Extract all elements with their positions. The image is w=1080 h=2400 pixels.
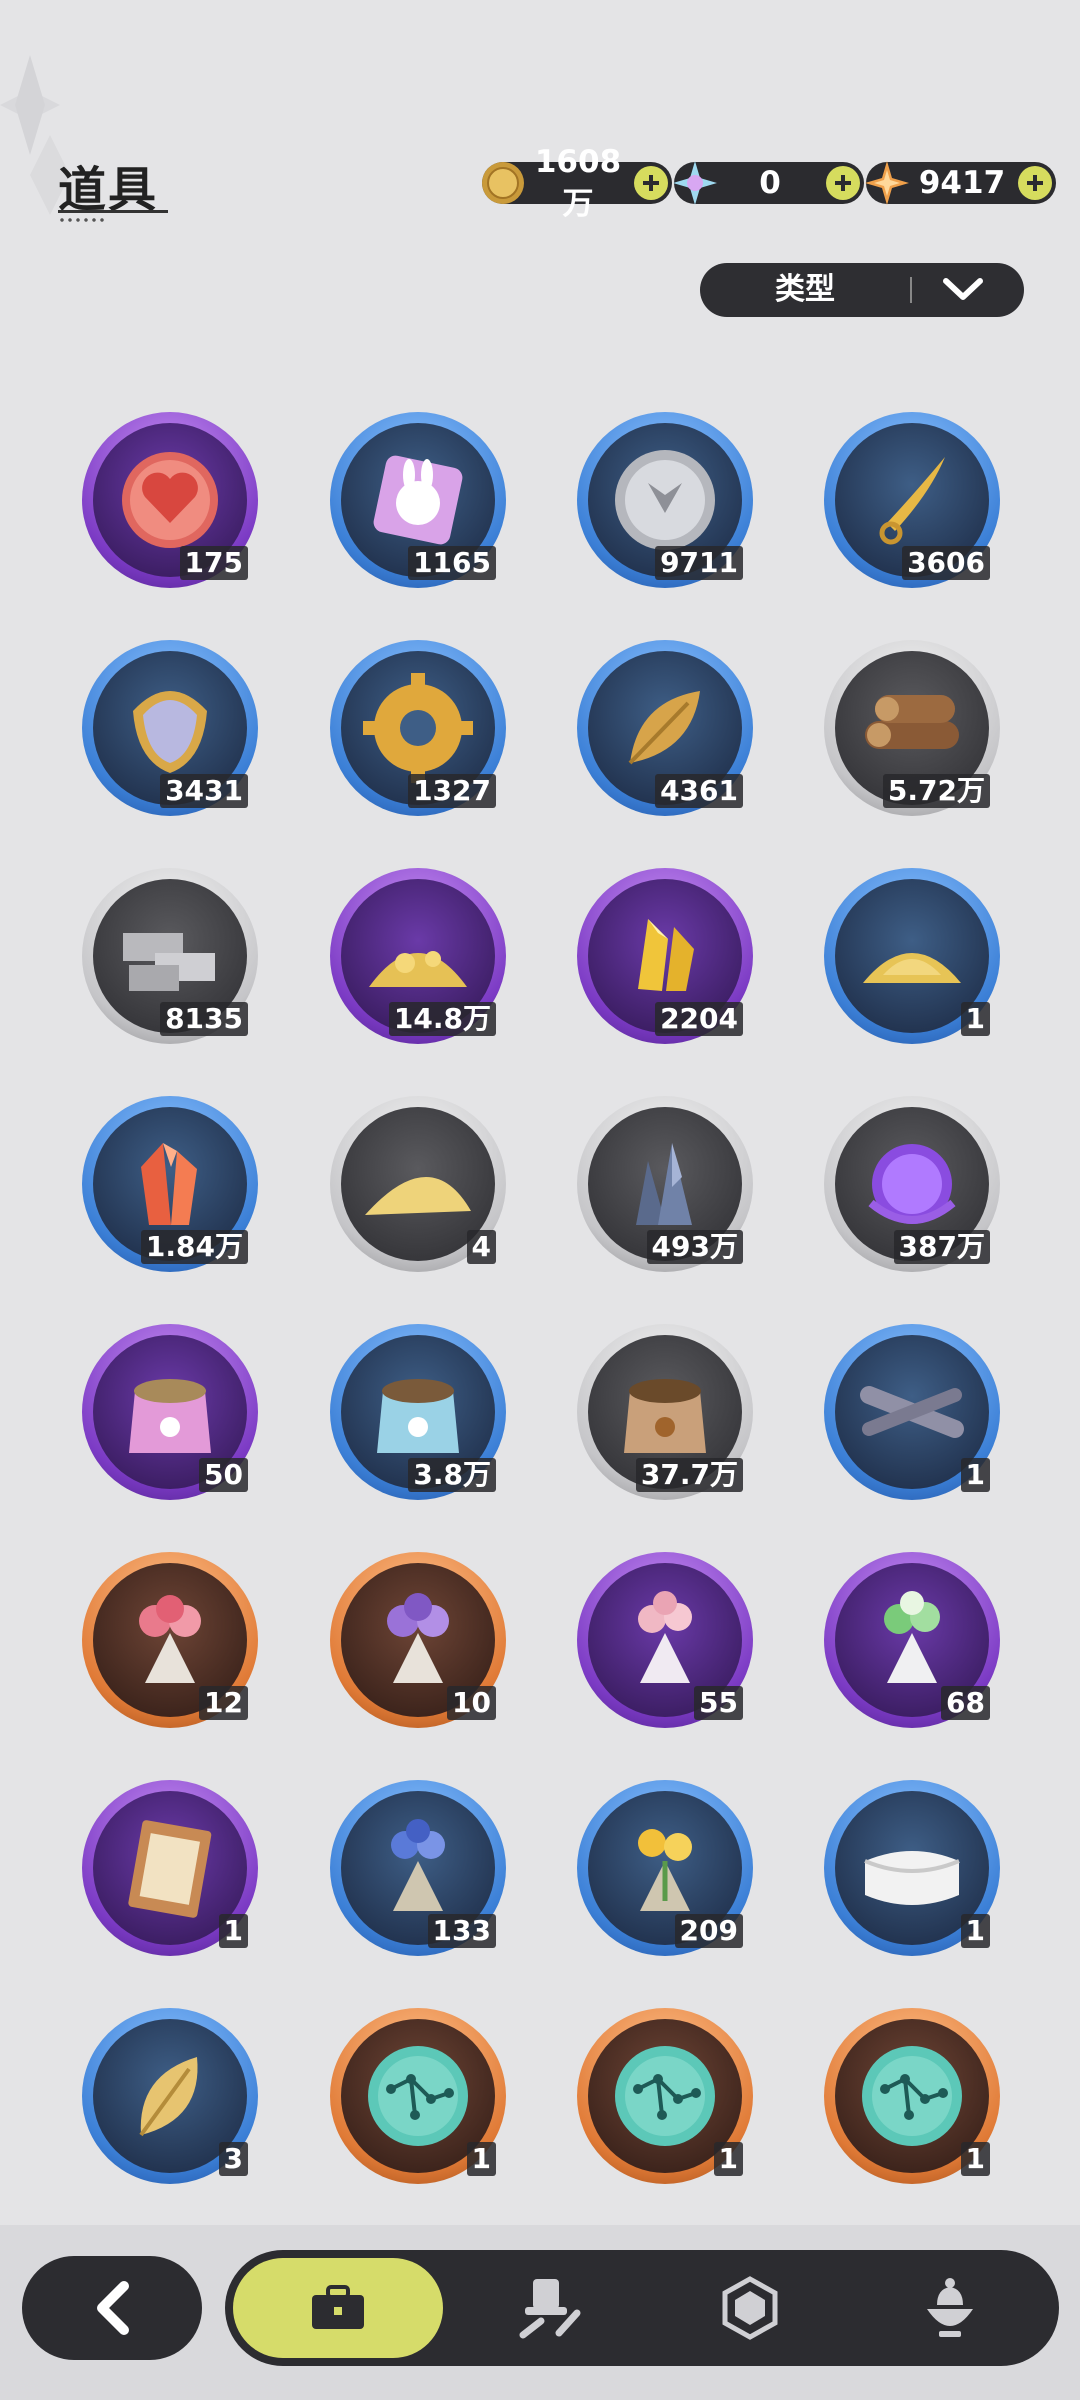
item-count: 37.7万 [635,1458,743,1492]
inventory-item[interactable]: 68 [824,1552,1000,1728]
item-count: 133 [427,1914,496,1948]
item-count: 3606 [902,546,990,580]
dessert-bowl-icon [927,2278,973,2337]
inventory-item[interactable]: 55 [577,1552,753,1728]
back-arrow-icon [97,2281,129,2335]
crystal-value: 0 [759,165,781,201]
filter-label: 类型 [775,272,835,307]
item-count: 3.8万 [408,1458,496,1492]
inventory-item[interactable]: 37.7万 [577,1324,753,1500]
item-count: 4 [466,1230,496,1264]
item-count: 1 [960,1914,990,1948]
item-count: 2204 [655,1002,743,1036]
inventory-item[interactable]: 4 [330,1096,506,1272]
tab-food[interactable] [865,2258,1035,2358]
title-underline [58,210,168,213]
inventory-item[interactable]: 209 [577,1780,753,1956]
item-count: 3 [218,2142,248,2176]
item-count: 68 [941,1686,990,1720]
item-count: 1 [218,1914,248,1948]
tab-items[interactable] [233,2258,443,2358]
item-count: 10 [447,1686,496,1720]
inventory-item[interactable]: 493万 [577,1096,753,1272]
inventory-item[interactable]: 1327 [330,640,506,816]
orange-star-icon [865,161,909,205]
inventory-item[interactable]: 3606 [824,412,1000,588]
filter-divider [910,277,912,303]
star-value: 9417 [918,165,1006,201]
currency-crystal: 0 [673,161,864,205]
inventory-item[interactable]: 175 [82,412,258,588]
inventory-item[interactable]: 3 [82,2008,258,2184]
gold-coin-icon [482,162,524,204]
inventory-item[interactable]: 3431 [82,640,258,816]
item-count: 3431 [160,774,248,808]
gold-value: 1608万 [534,144,622,222]
item-count: 1.84万 [140,1230,248,1264]
item-count: 14.8万 [388,1002,496,1036]
item-count: 1 [713,2142,743,2176]
item-count: 1 [960,1458,990,1492]
inventory-item[interactable]: 1 [824,868,1000,1044]
back-button[interactable] [22,2256,202,2360]
item-count: 175 [179,546,248,580]
inventory-item[interactable]: 10 [330,1552,506,1728]
item-grid: 175 1165 9711 3606 3431 1327 4361 5.72万 8135 14.8… [0,350,1080,2220]
item-count: 12 [199,1686,248,1720]
item-count: 4361 [655,774,743,808]
tab-bar [225,2250,1059,2366]
inventory-item[interactable]: 12 [82,1552,258,1728]
item-count: 1165 [408,546,496,580]
inventory-item[interactable]: 1 [824,1324,1000,1500]
inventory-item[interactable]: 5.72万 [824,640,1000,816]
inventory-item[interactable]: 1.84万 [82,1096,258,1272]
briefcase-icon [312,2285,364,2329]
inventory-item[interactable]: 1165 [330,412,506,588]
inventory-item[interactable]: 1 [824,2008,1000,2184]
hat-and-tools-icon [519,2279,581,2339]
inventory-item[interactable]: 2204 [577,868,753,1044]
inventory-item[interactable]: 1 [577,2008,753,2184]
item-count: 9711 [655,546,743,580]
inventory-item[interactable]: 50 [82,1324,258,1500]
inventory-item[interactable]: 387万 [824,1096,1000,1272]
inventory-item[interactable]: 1 [824,1780,1000,1956]
item-count: 209 [674,1914,743,1948]
inventory-item[interactable]: 1 [82,1780,258,1956]
chevron-down-icon [943,278,983,300]
item-count: 50 [199,1458,248,1492]
type-filter-dropdown[interactable]: 类型 [700,263,1024,317]
currency-star: 9417 [865,161,1056,205]
item-count: 8135 [160,1002,248,1036]
tab-equipment[interactable] [465,2258,635,2358]
crystal-star-icon [673,161,717,205]
currency-gold: 1608万 [482,144,672,222]
add-crystal-button[interactable] [826,166,860,200]
tab-gems[interactable] [665,2258,835,2358]
inventory-item[interactable]: 3.8万 [330,1324,506,1500]
inventory-item[interactable]: 9711 [577,412,753,588]
inventory-item[interactable]: 1 [330,2008,506,2184]
hexagon-gem-icon [722,2276,778,2340]
item-count: 55 [694,1686,743,1720]
item-count: 1 [960,1002,990,1036]
item-count: 1 [466,2142,496,2176]
item-count: 5.72万 [882,774,990,808]
item-count: 1327 [408,774,496,808]
item-count: 493万 [646,1230,743,1264]
inventory-item[interactable]: 8135 [82,868,258,1044]
title-dots [58,218,106,222]
add-gold-button[interactable] [634,166,668,200]
item-count: 1 [960,2142,990,2176]
inventory-item[interactable]: 133 [330,1780,506,1956]
inventory-item[interactable]: 4361 [577,640,753,816]
add-star-button[interactable] [1018,166,1052,200]
inventory-item[interactable]: 14.8万 [330,868,506,1044]
item-count: 387万 [893,1230,990,1264]
